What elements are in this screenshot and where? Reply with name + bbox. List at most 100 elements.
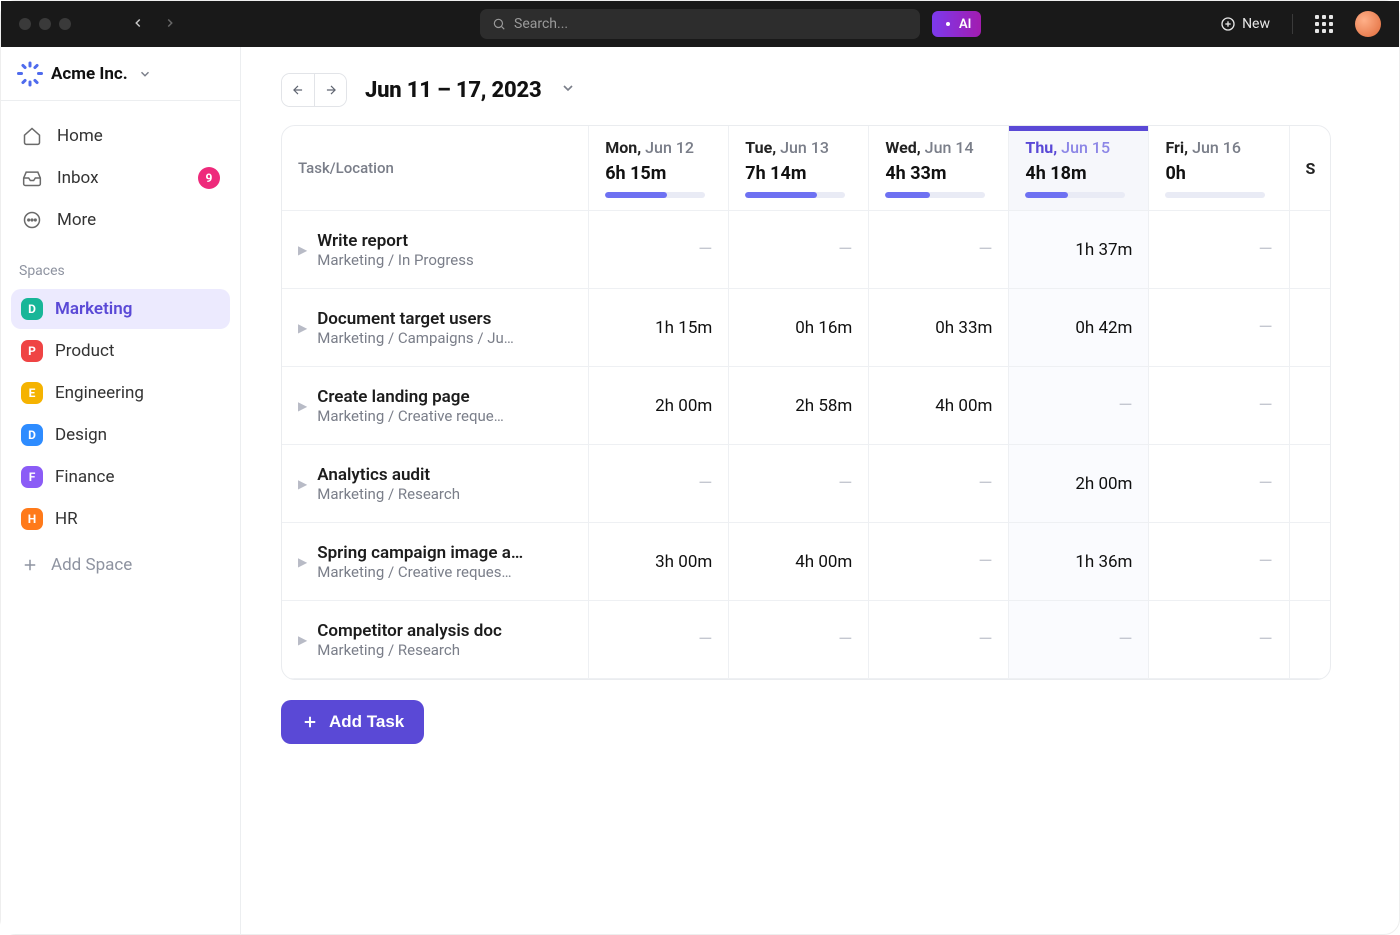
- task-path: Marketing / In Progress: [317, 251, 473, 269]
- search-icon: [492, 17, 506, 31]
- next-week-button[interactable]: [314, 74, 346, 106]
- timesheet-table: Task/Location Mon, Jun 126h 15mTue, Jun 1…: [281, 125, 1331, 680]
- window-controls[interactable]: [19, 18, 71, 30]
- task-path: Marketing / Creative reque…: [317, 407, 504, 425]
- cell-empty[interactable]: —: [745, 473, 852, 494]
- cell-empty[interactable]: —: [1165, 239, 1272, 260]
- nav-inbox[interactable]: Inbox 9: [11, 157, 230, 199]
- day-progress: [1025, 192, 1125, 198]
- cell-value[interactable]: 0h 16m: [745, 318, 852, 338]
- space-label: Marketing: [55, 299, 132, 319]
- cell-empty[interactable]: —: [885, 629, 992, 650]
- day-progress: [745, 192, 845, 198]
- day-total: 0h: [1165, 163, 1272, 184]
- task-path: Marketing / Research: [317, 485, 460, 503]
- prev-week-button[interactable]: [282, 74, 314, 106]
- cell-empty[interactable]: —: [885, 551, 992, 572]
- user-avatar[interactable]: [1355, 11, 1381, 37]
- search-input[interactable]: Search...: [480, 9, 920, 39]
- day-header[interactable]: S: [1289, 126, 1330, 211]
- space-label: Finance: [55, 467, 114, 487]
- space-item-product[interactable]: P Product: [11, 331, 230, 371]
- expand-caret-icon[interactable]: ▶: [298, 243, 307, 257]
- today-indicator: [1009, 126, 1148, 131]
- cell-empty[interactable]: —: [1165, 473, 1272, 494]
- task-row[interactable]: ▶Document target usersMarketing / Campai…: [282, 289, 1330, 367]
- expand-caret-icon[interactable]: ▶: [298, 321, 307, 335]
- day-header[interactable]: Mon, Jun 126h 15m: [589, 126, 729, 211]
- space-icon: P: [21, 340, 43, 362]
- space-label: Product: [55, 341, 114, 361]
- cell-empty[interactable]: —: [1165, 629, 1272, 650]
- space-item-marketing[interactable]: D Marketing: [11, 289, 230, 329]
- task-row[interactable]: ▶Create landing pageMarketing / Creative…: [282, 367, 1330, 445]
- cell-value[interactable]: 0h 33m: [885, 318, 992, 338]
- task-path: Marketing / Research: [317, 641, 502, 659]
- workspace-name: Acme Inc.: [51, 64, 128, 84]
- cell-value[interactable]: 2h 58m: [745, 396, 852, 416]
- expand-caret-icon[interactable]: ▶: [298, 555, 307, 569]
- cell-empty[interactable]: —: [605, 239, 712, 260]
- cell-empty[interactable]: —: [1025, 629, 1132, 650]
- cell-empty[interactable]: —: [1165, 551, 1272, 572]
- task-row[interactable]: ▶ Write reportMarketing / In Progress — — — 1…: [282, 211, 1330, 289]
- task-column-header: Task/Location: [298, 159, 572, 177]
- cell-value[interactable]: 1h 36m: [1025, 552, 1132, 572]
- nav-home[interactable]: Home: [11, 115, 230, 157]
- expand-caret-icon[interactable]: ▶: [298, 477, 307, 491]
- cell-value[interactable]: 1h 15m: [605, 318, 712, 338]
- space-icon: F: [21, 466, 43, 488]
- cell-value[interactable]: 4h 00m: [885, 396, 992, 416]
- day-progress: [1165, 192, 1265, 198]
- cell-empty[interactable]: —: [605, 473, 712, 494]
- expand-caret-icon[interactable]: ▶: [298, 399, 307, 413]
- cell-value[interactable]: 2h 00m: [605, 396, 712, 416]
- day-header[interactable]: Fri, Jun 160h: [1149, 126, 1289, 211]
- space-item-finance[interactable]: F Finance: [11, 457, 230, 497]
- task-path: Marketing / Creative reques…: [317, 563, 523, 581]
- day-header[interactable]: Wed, Jun 144h 33m: [869, 126, 1009, 211]
- cell-empty[interactable]: —: [605, 629, 712, 650]
- expand-caret-icon[interactable]: ▶: [298, 633, 307, 647]
- cell-value[interactable]: 4h 00m: [745, 552, 852, 572]
- task-row[interactable]: ▶ Competitor analysis docMarketing / Rese…: [282, 601, 1330, 679]
- task-title: Write report: [317, 231, 473, 251]
- task-title: Competitor analysis doc: [317, 621, 502, 641]
- cell-empty[interactable]: —: [745, 629, 852, 650]
- plus-circle-icon: [1220, 16, 1236, 32]
- ai-button[interactable]: AI: [932, 11, 981, 37]
- apps-icon[interactable]: [1315, 15, 1333, 33]
- workspace-switcher[interactable]: Acme Inc.: [1, 47, 240, 101]
- new-button[interactable]: New: [1220, 16, 1270, 32]
- space-item-design[interactable]: DDesign: [11, 415, 230, 455]
- cell-value[interactable]: 2h 00m: [1025, 474, 1132, 494]
- nav-more[interactable]: More: [11, 199, 230, 241]
- task-row[interactable]: ▶ Spring campaign image a…Marketing / Cre…: [282, 523, 1330, 601]
- task-row[interactable]: ▶Analytics auditMarketing / Research———2…: [282, 445, 1330, 523]
- sidebar: Acme Inc. Home Inbox 9 More Spaces DMark…: [1, 47, 241, 934]
- day-header[interactable]: Thu, Jun 154h 18m: [1009, 126, 1149, 211]
- space-item-hr[interactable]: HHR: [11, 499, 230, 539]
- cell-empty[interactable]: —: [885, 239, 992, 260]
- cell-value[interactable]: 0h 42m: [1025, 318, 1132, 338]
- space-item-engineering[interactable]: EEngineering: [11, 373, 230, 413]
- plus-icon: [21, 556, 39, 574]
- cell-empty[interactable]: —: [1025, 395, 1132, 416]
- nav-back-button[interactable]: [131, 15, 145, 34]
- cell-value[interactable]: 3h 00m: [605, 552, 712, 572]
- cell-empty[interactable]: —: [1165, 395, 1272, 416]
- space-icon: D: [21, 298, 43, 320]
- task-title: Spring campaign image a…: [317, 543, 523, 563]
- plus-icon: [301, 713, 319, 731]
- cell-empty[interactable]: —: [745, 239, 852, 260]
- add-task-button[interactable]: Add Task: [281, 700, 424, 744]
- space-label: Engineering: [55, 383, 144, 403]
- day-header[interactable]: Tue, Jun 137h 14m: [729, 126, 869, 211]
- cell-value[interactable]: 1h 37m: [1025, 240, 1132, 260]
- ellipsis-icon: [21, 209, 43, 231]
- nav-forward-button[interactable]: [163, 15, 177, 34]
- cell-empty[interactable]: —: [885, 473, 992, 494]
- add-space-button[interactable]: Add Space: [11, 545, 230, 585]
- date-range-dropdown[interactable]: [560, 80, 576, 100]
- cell-empty[interactable]: —: [1165, 317, 1272, 338]
